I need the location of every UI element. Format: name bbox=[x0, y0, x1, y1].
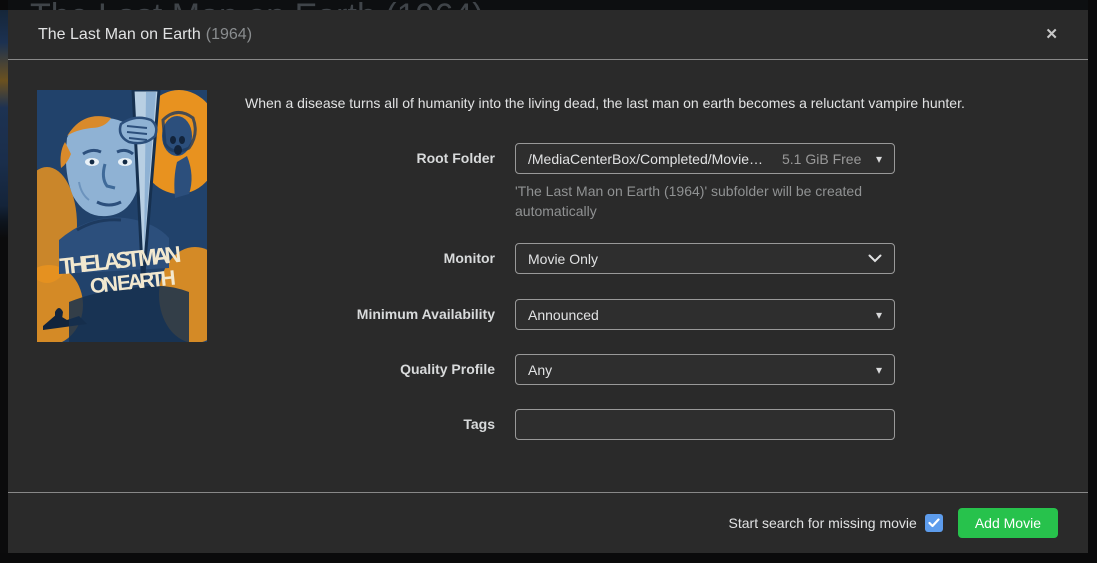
quality-profile-select[interactable]: Any ▾ bbox=[515, 354, 895, 385]
tags-row: Tags bbox=[8, 409, 928, 440]
tags-label: Tags bbox=[8, 409, 495, 440]
checkmark-icon bbox=[928, 518, 940, 528]
close-icon[interactable]: ✕ bbox=[1039, 21, 1064, 48]
movie-overview: When a disease turns all of humanity int… bbox=[245, 94, 1035, 112]
add-movie-button[interactable]: Add Movie bbox=[958, 508, 1058, 538]
tags-input[interactable] bbox=[515, 409, 895, 440]
root-folder-row: Root Folder /MediaCenterBox/Completed/Mo… bbox=[8, 143, 928, 174]
quality-profile-label: Quality Profile bbox=[8, 354, 495, 385]
start-search-checkbox[interactable] bbox=[925, 514, 943, 532]
movie-title: The Last Man on Earth bbox=[38, 26, 201, 43]
caret-down-icon: ▾ bbox=[876, 364, 882, 376]
monitor-value: Movie Only bbox=[528, 251, 598, 267]
background-page-left-sliver bbox=[0, 10, 8, 553]
quality-profile-row: Quality Profile Any ▾ bbox=[8, 354, 928, 385]
minimum-availability-row: Minimum Availability Announced ▾ bbox=[8, 299, 928, 330]
add-movie-modal: The Last Man on Earth (1964) ✕ bbox=[8, 10, 1088, 553]
minimum-availability-label: Minimum Availability bbox=[8, 299, 495, 330]
chevron-down-icon bbox=[868, 254, 882, 263]
background-page-title: The Last Man on Earth (1964) bbox=[30, 0, 484, 10]
monitor-label: Monitor bbox=[8, 243, 495, 274]
root-folder-value: /MediaCenterBox/Completed/Movies/… bbox=[528, 151, 768, 167]
minimum-availability-value: Announced bbox=[528, 307, 599, 323]
minimum-availability-select[interactable]: Announced ▾ bbox=[515, 299, 895, 330]
background-page-strip: The Last Man on Earth (1964) bbox=[8, 0, 1088, 10]
modal-header: The Last Man on Earth (1964) ✕ bbox=[8, 10, 1088, 60]
quality-profile-value: Any bbox=[528, 362, 552, 378]
modal-title: The Last Man on Earth (1964) bbox=[38, 26, 252, 44]
modal-footer: Start search for missing movie Add Movie bbox=[8, 492, 1088, 553]
root-folder-helper-text: 'The Last Man on Earth (1964)' subfolder… bbox=[515, 181, 897, 221]
root-folder-select[interactable]: /MediaCenterBox/Completed/Movies/… 5.1 G… bbox=[515, 143, 895, 174]
monitor-row: Monitor Movie Only bbox=[8, 243, 928, 274]
caret-down-icon: ▾ bbox=[876, 153, 882, 165]
monitor-select[interactable]: Movie Only bbox=[515, 243, 895, 274]
root-folder-label: Root Folder bbox=[8, 143, 495, 174]
movie-year: (1964) bbox=[206, 26, 252, 43]
caret-down-icon: ▾ bbox=[876, 309, 882, 321]
start-search-label: Start search for missing movie bbox=[729, 515, 917, 531]
root-folder-free-space: 5.1 GiB Free bbox=[782, 151, 861, 167]
